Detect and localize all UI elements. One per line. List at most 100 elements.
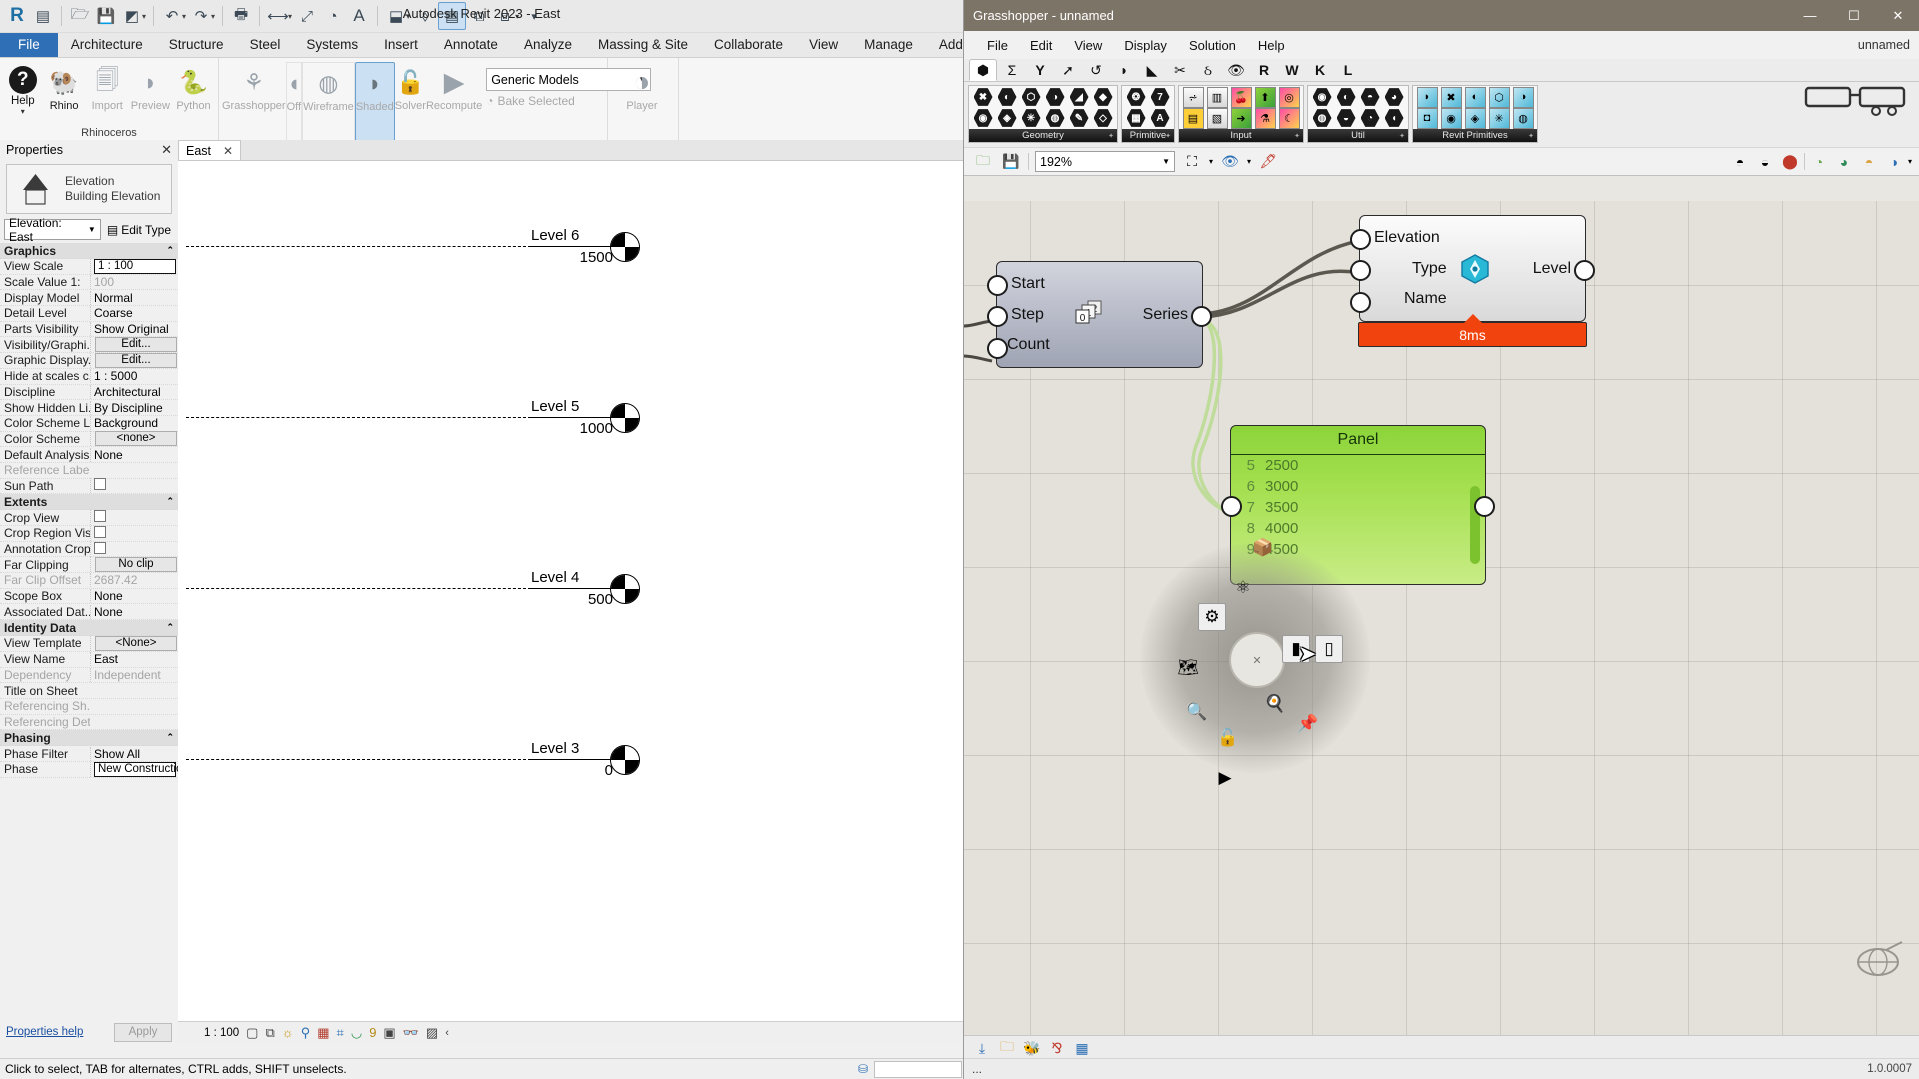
mesh-param-icon[interactable]: ◢ <box>1068 87 1090 107</box>
view-scale-label[interactable]: 1 : 100 <box>204 1027 239 1039</box>
save-file-icon[interactable]: 💾 <box>1000 151 1022 172</box>
property-value[interactable]: 1 : 100 <box>90 259 178 274</box>
revit-doc-icon[interactable]: ◗ <box>1416 87 1438 107</box>
series-output-series[interactable]: Series <box>1143 306 1188 324</box>
property-edit-button[interactable]: <none> <box>95 431 177 446</box>
colour-picker-icon[interactable]: ☾ <box>1278 108 1300 128</box>
view-tab-east[interactable]: East ✕ <box>178 140 241 160</box>
series-component-body[interactable]: Start Step Count Series 2 1 0 <box>996 261 1203 368</box>
arc-param-icon[interactable]: ◈ <box>996 108 1018 128</box>
preview-button[interactable]: ◗ Preview <box>129 62 172 112</box>
download-icon[interactable]: ⤓ <box>971 1038 993 1058</box>
input-port-type[interactable] <box>1350 260 1371 281</box>
minimize-button[interactable]: — <box>1788 0 1832 31</box>
cherries-icon[interactable]: ◍ <box>1311 108 1333 128</box>
property-row[interactable]: Annotation Crop <box>0 542 178 558</box>
property-row[interactable]: Title on Sheet <box>0 683 178 699</box>
elevation-input-type[interactable]: Type <box>1412 260 1447 278</box>
property-input[interactable]: 1 : 100 <box>94 259 176 274</box>
property-value[interactable] <box>90 478 178 493</box>
math-icon[interactable]: ⅋ <box>1046 1038 1068 1058</box>
bubble-icon[interactable]: ◓ <box>1858 151 1880 172</box>
property-value[interactable]: By Discipline <box>90 401 178 415</box>
property-group-header[interactable]: Phasing⌃ <box>0 730 178 746</box>
pin-icon[interactable]: ✦ <box>1294 132 1300 140</box>
panel-icon[interactable]: ➜ <box>1230 108 1252 128</box>
property-edit-button[interactable]: <None> <box>95 636 177 651</box>
chevron-up-icon[interactable]: ⌃ <box>166 245 174 256</box>
save-icon[interactable]: 💾 <box>93 3 119 29</box>
sun-path-icon[interactable]: ◡ <box>351 1025 362 1041</box>
toggle-right-icon[interactable]: ▯ <box>1315 635 1343 663</box>
import-button[interactable]: 🗐 Import <box>86 62 129 112</box>
property-row[interactable]: Parts VisibilityShow Original <box>0 322 178 338</box>
text-param-icon[interactable]: A <box>1149 108 1171 128</box>
chevron-down-icon[interactable]: ▾ <box>406 12 410 21</box>
property-value[interactable]: Edit... <box>90 353 178 368</box>
table-icon[interactable]: ▦ <box>1071 1038 1093 1058</box>
preview-eye-icon[interactable]: 👁 <box>1219 151 1241 172</box>
level-marker[interactable]: Level 30 <box>178 759 963 760</box>
print-icon[interactable]: 🖶 <box>228 3 254 29</box>
honeybee-icon[interactable]: 🐝 <box>1021 1038 1043 1058</box>
chevron-up-icon[interactable]: ⌃ <box>166 496 174 507</box>
property-row[interactable]: Show Hidden Li...By Discipline <box>0 400 178 416</box>
level-bubble-icon[interactable] <box>610 403 640 433</box>
aligned-dimension-icon[interactable]: ⤢ <box>294 3 320 29</box>
close-hidden-windows-icon[interactable]: ⧉ <box>466 3 492 29</box>
property-row[interactable]: Color Scheme<none> <box>0 432 178 448</box>
apply-button[interactable]: Apply <box>114 1023 172 1042</box>
input-port-start[interactable] <box>987 275 1008 296</box>
output-port-series[interactable] <box>1191 306 1212 327</box>
mesh-tab[interactable]: ◣ <box>1139 60 1165 80</box>
property-group-header[interactable]: Identity Data⌃ <box>0 620 178 636</box>
series-input-count[interactable]: Count <box>1007 336 1050 354</box>
property-value[interactable]: None <box>90 448 178 462</box>
revit-category-icon[interactable]: ◘ <box>1416 108 1438 128</box>
tag-icon[interactable]: ◔ <box>320 3 346 29</box>
geometry-param-icon[interactable]: ✖ <box>972 87 994 107</box>
maths-tab[interactable]: Σ <box>999 60 1025 80</box>
input-port-count[interactable] <box>987 338 1008 359</box>
bake-arrow-icon[interactable]: ◓ <box>1359 87 1381 107</box>
property-value[interactable] <box>90 526 178 541</box>
box-icon[interactable]: 📦 <box>1250 535 1276 561</box>
tab-architecture[interactable]: Architecture <box>58 33 156 57</box>
chevron-down-icon[interactable]: ▾ <box>21 107 25 116</box>
field-param-icon[interactable]: ◆ <box>1092 87 1114 107</box>
property-value[interactable]: New Construction <box>90 762 178 777</box>
property-row[interactable]: Crop Region Vis... <box>0 526 178 542</box>
kangaroo-tab[interactable]: K <box>1307 60 1333 80</box>
property-row[interactable]: Far ClippingNo clip <box>0 557 178 573</box>
chevron-down-icon[interactable]: ▾ <box>182 12 186 21</box>
property-value[interactable]: Architectural <box>90 385 178 399</box>
chevron-down-icon[interactable]: ▾ <box>211 12 215 21</box>
output-port-level[interactable] <box>1574 260 1595 281</box>
integer-param-icon[interactable]: ▦ <box>1125 108 1147 128</box>
property-row[interactable]: Referencing Sh... <box>0 699 178 715</box>
panel-output-port[interactable] <box>1474 496 1495 517</box>
filter-icon[interactable]: ⛁ <box>858 1062 868 1076</box>
property-value[interactable]: 100 <box>90 275 178 289</box>
pin-icon[interactable]: ✦ <box>1108 132 1114 140</box>
tab-systems[interactable]: Systems <box>293 33 371 57</box>
graph-mapper-icon[interactable]: ▤ <box>1182 108 1204 128</box>
subd-param-icon[interactable]: ✎ <box>1068 108 1090 128</box>
property-value[interactable]: Independent <box>90 668 178 682</box>
line-param-icon[interactable]: ✳ <box>1020 108 1042 128</box>
params-tab[interactable]: ⬢ <box>969 59 997 81</box>
level-marker[interactable]: Level 4500 <box>178 588 963 589</box>
flask-icon[interactable]: ◔ <box>1359 108 1381 128</box>
elevation-component-body[interactable]: Elevation Type Name Level <box>1359 215 1586 322</box>
pin-icon[interactable]: ✦ <box>1399 132 1405 140</box>
unlock-icon[interactable]: 🔓 <box>1215 725 1241 751</box>
property-checkbox[interactable] <box>94 478 106 490</box>
player-button[interactable]: ◑ Player <box>611 62 673 112</box>
property-row[interactable]: Visibility/Graphi...Edit... <box>0 337 178 353</box>
constraints-icon[interactable]: ▨ <box>426 1025 438 1041</box>
property-checkbox[interactable] <box>94 542 106 554</box>
close-icon[interactable]: ✕ <box>223 144 233 158</box>
property-row[interactable]: Associated Dat...None <box>0 604 178 620</box>
boolean-param-icon[interactable]: ❂ <box>1125 87 1147 107</box>
menu-file[interactable]: File <box>976 34 1019 57</box>
